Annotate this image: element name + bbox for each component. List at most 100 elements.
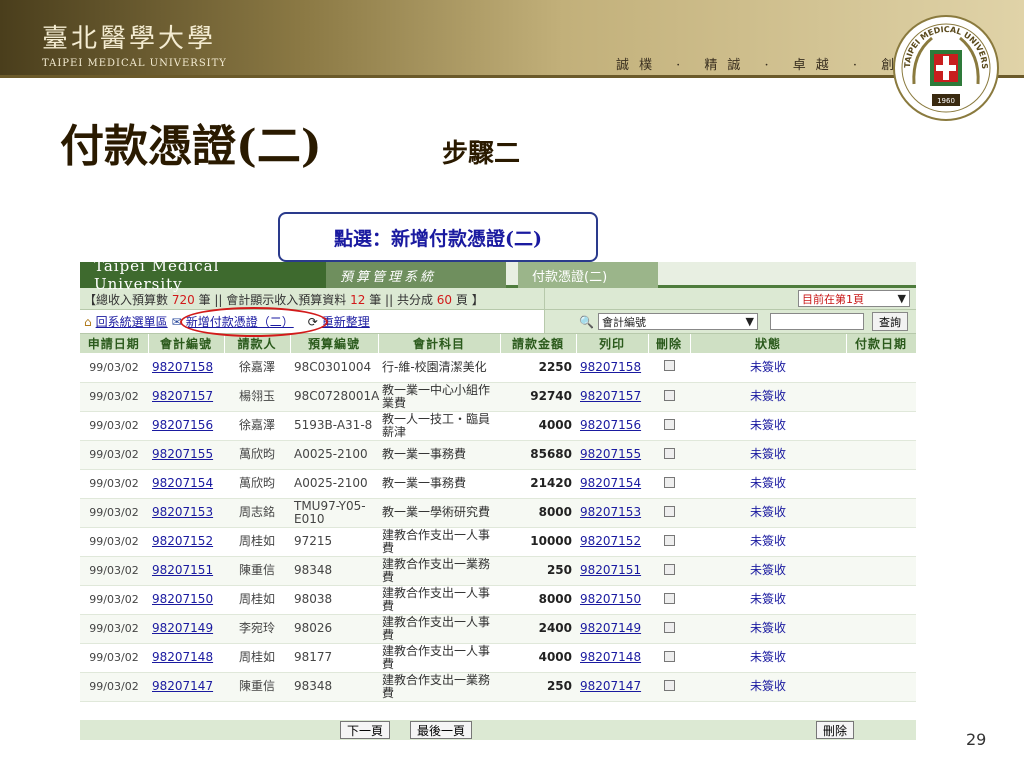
checkbox[interactable] — [663, 534, 675, 546]
row-status: 未簽收 — [690, 411, 846, 441]
col-header[interactable]: 付款日期 — [846, 334, 917, 353]
row-print-link[interactable]: 98207158 — [576, 353, 648, 383]
row-acct-no-link[interactable]: 98207158 — [148, 353, 224, 383]
checkbox[interactable] — [663, 563, 675, 575]
back-to-menu-link[interactable]: 回系統選單區 — [96, 313, 168, 330]
row-acct-no-link[interactable]: 98207153 — [148, 498, 224, 528]
row-print-link[interactable]: 98207155 — [576, 440, 648, 470]
row-delete-checkbox[interactable] — [648, 556, 690, 586]
checkbox[interactable] — [663, 360, 675, 372]
checkbox[interactable] — [663, 679, 675, 691]
row-date: 99/03/02 — [80, 498, 148, 528]
row-amount: 4000 — [500, 643, 576, 673]
row-amount: 8000 — [500, 498, 576, 528]
row-print-link[interactable]: 98207150 — [576, 585, 648, 615]
row-delete-checkbox[interactable] — [648, 411, 690, 441]
row-delete-checkbox[interactable] — [648, 353, 690, 383]
row-print-link[interactable]: 98207152 — [576, 527, 648, 557]
row-subject: 教一業一中心小組作業費 — [378, 382, 500, 412]
row-print-link[interactable]: 98207151 — [576, 556, 648, 586]
search-field-select[interactable]: 會計編號 ▼ — [597, 313, 758, 330]
search-input[interactable] — [769, 313, 864, 330]
row-delete-checkbox[interactable] — [648, 672, 690, 702]
row-delete-checkbox[interactable] — [648, 585, 690, 615]
row-acct-no-link[interactable]: 98207157 — [148, 382, 224, 412]
row-delete-checkbox[interactable] — [648, 469, 690, 499]
row-acct-no-link[interactable]: 98207151 — [148, 556, 224, 586]
row-print-link[interactable]: 98207149 — [576, 614, 648, 644]
page-selector-area: 目前在第1頁 ▼ — [544, 288, 916, 309]
checkbox[interactable] — [663, 621, 675, 633]
row-print-link[interactable]: 98207156 — [576, 411, 648, 441]
checkbox[interactable] — [663, 650, 675, 662]
row-pay-date — [846, 643, 916, 673]
row-amount: 85680 — [500, 440, 576, 470]
row-delete-checkbox[interactable] — [648, 643, 690, 673]
last-page-button[interactable]: 最後一頁 — [410, 720, 473, 739]
row-acct-no-link[interactable]: 98207148 — [148, 643, 224, 673]
row-delete-checkbox[interactable] — [648, 527, 690, 557]
delete-button[interactable]: 刪除 — [816, 720, 855, 739]
checkbox[interactable] — [663, 505, 675, 517]
row-pay-date — [846, 440, 916, 470]
table-row: 99/03/02 98207156 徐嘉澤 5193B-A31-8 教一人一技工・臨員薪… — [80, 411, 916, 441]
query-button[interactable]: 查詢 — [871, 312, 908, 331]
university-name-en: TAIPEI MEDICAL UNIVERSITY — [42, 58, 227, 69]
col-header[interactable]: 會計編號 — [148, 334, 225, 353]
tab-payment-voucher[interactable]: 付款憑證(二) — [518, 262, 658, 288]
table-row: 99/03/02 98207150 周桂如 98038 建教合作支出一人事費 8000 98… — [80, 585, 916, 615]
checkbox[interactable] — [663, 476, 675, 488]
row-requester: 徐嘉澤 — [224, 353, 290, 383]
row-delete-checkbox[interactable] — [648, 498, 690, 528]
row-subject: 教一人一技工・臨員薪津 — [378, 411, 500, 441]
university-banner: 臺北醫學大學 TAIPEI MEDICAL UNIVERSITY 誠樸 · 精誠… — [0, 0, 1024, 78]
col-header[interactable]: 申請日期 — [80, 334, 149, 353]
col-header[interactable]: 刪除 — [648, 334, 691, 353]
row-acct-no-link[interactable]: 98207147 — [148, 672, 224, 702]
row-print-link[interactable]: 98207147 — [576, 672, 648, 702]
tab-budget-system[interactable]: 預算管理系統 — [326, 262, 506, 288]
row-amount: 21420 — [500, 469, 576, 499]
row-pay-date — [846, 527, 916, 557]
row-print-link[interactable]: 98207153 — [576, 498, 648, 528]
col-header[interactable]: 請款金額 — [500, 334, 577, 353]
row-pay-date — [846, 614, 916, 644]
table-row: 99/03/02 98207149 李宛玲 98026 建教合作支出一人事費 2400 98… — [80, 614, 916, 644]
row-print-link[interactable]: 98207154 — [576, 469, 648, 499]
checkbox[interactable] — [663, 418, 675, 430]
table-row: 99/03/02 98207158 徐嘉澤 98C0301004 行-維-校園清潔美化 2… — [80, 353, 916, 383]
row-budget-no: TMU97-Y05-E010 — [290, 498, 378, 528]
row-print-link[interactable]: 98207148 — [576, 643, 648, 673]
row-date: 99/03/02 — [80, 585, 148, 615]
chevron-down-icon: ▼ — [745, 315, 754, 328]
row-print-link[interactable]: 98207157 — [576, 382, 648, 412]
row-amount: 2250 — [500, 353, 576, 383]
row-budget-no: 5193B-A31-8 — [290, 411, 378, 441]
row-amount: 2400 — [500, 614, 576, 644]
col-header[interactable]: 狀態 — [690, 334, 847, 353]
col-header[interactable]: 預算編號 — [290, 334, 379, 353]
row-delete-checkbox[interactable] — [648, 382, 690, 412]
page-select[interactable]: 目前在第1頁 ▼ — [798, 290, 910, 307]
checkbox[interactable] — [663, 447, 675, 459]
row-acct-no-link[interactable]: 98207149 — [148, 614, 224, 644]
row-requester: 周桂如 — [224, 643, 290, 673]
row-delete-checkbox[interactable] — [648, 614, 690, 644]
tab-university[interactable]: Taipei Medical University — [80, 257, 326, 293]
row-acct-no-link[interactable]: 98207150 — [148, 585, 224, 615]
col-header[interactable]: 會計科目 — [378, 334, 501, 353]
row-acct-no-link[interactable]: 98207155 — [148, 440, 224, 470]
university-name-cn: 臺北醫學大學 — [42, 24, 217, 54]
col-header[interactable]: 列印 — [576, 334, 649, 353]
refresh-link[interactable]: 重新整理 — [322, 313, 370, 330]
row-budget-no: 98038 — [290, 585, 378, 615]
checkbox[interactable] — [663, 592, 675, 604]
next-page-button[interactable]: 下一頁 — [340, 720, 391, 739]
row-acct-no-link[interactable]: 98207156 — [148, 411, 224, 441]
row-status: 未簽收 — [690, 585, 846, 615]
row-acct-no-link[interactable]: 98207152 — [148, 527, 224, 557]
checkbox[interactable] — [663, 389, 675, 401]
seal-year: 1960 — [937, 97, 955, 105]
row-delete-checkbox[interactable] — [648, 440, 690, 470]
row-acct-no-link[interactable]: 98207154 — [148, 469, 224, 499]
